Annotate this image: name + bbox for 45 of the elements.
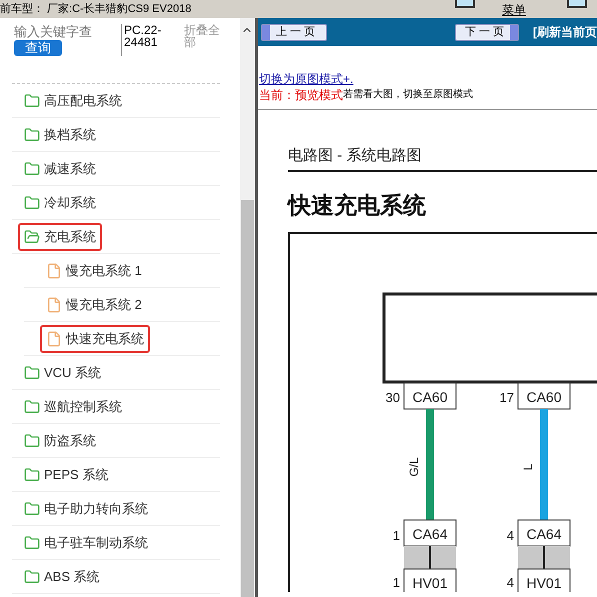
folder-icon xyxy=(24,466,40,482)
tree-item[interactable]: 电子助力转向系统 xyxy=(18,494,154,522)
tree-item[interactable]: 防盗系统 xyxy=(18,426,102,454)
tree-item[interactable]: 慢充电系统 1 xyxy=(40,256,148,284)
tree-item[interactable]: 充电系统 xyxy=(18,222,102,250)
folder-icon xyxy=(24,194,40,210)
original-mode-link[interactable]: 切换为原图模式+. xyxy=(259,71,597,87)
search-button[interactable]: 查询 xyxy=(14,40,62,56)
mode-hint: 若需看大图，切换至原图模式 xyxy=(343,88,473,102)
tree-item[interactable]: PEPS 系统 xyxy=(18,460,114,488)
file-icon xyxy=(46,296,62,312)
breadcrumb: 电路图 - 系统电路图 xyxy=(288,146,422,166)
next-page-button[interactable]: 下 一 页 xyxy=(455,24,519,40)
menu-link[interactable]: 菜单 xyxy=(502,1,526,19)
folder-icon xyxy=(24,398,40,414)
vehicle-label: 前车型： 厂家:C-长丰猎豹CS9 EV2018 xyxy=(0,2,192,17)
tree-item[interactable]: 快速充电系统 xyxy=(40,324,150,352)
folder-icon xyxy=(24,534,40,550)
tree-item[interactable]: 高压配电系统 xyxy=(18,86,128,114)
tree-item[interactable]: 巡航控制系统 xyxy=(18,392,128,420)
tree-item[interactable]: 慢充电系统 2 xyxy=(40,290,148,318)
tree-item[interactable]: 冷却系统 xyxy=(18,188,102,216)
folder-icon xyxy=(24,500,40,516)
folder-icon xyxy=(24,126,40,142)
file-icon xyxy=(46,330,62,346)
folder-icon xyxy=(24,568,40,584)
scrollbar[interactable] xyxy=(240,18,255,597)
folder-icon xyxy=(24,432,40,448)
tree-item[interactable]: 减速系统 xyxy=(18,154,102,182)
folder-icon xyxy=(24,228,40,244)
tree-item[interactable]: 电子驻车制动系统 xyxy=(18,528,154,556)
previous-page-button[interactable]: 上 一 页 xyxy=(261,24,328,40)
refresh-link[interactable]: [刷新当前页 xyxy=(533,23,597,41)
tree-item[interactable]: VCU 系统 xyxy=(18,358,108,386)
folder-icon xyxy=(24,92,40,108)
file-icon xyxy=(46,262,62,278)
current-mode-label: 当前：预览模式 xyxy=(259,87,343,103)
code-label: PC.22-24481 xyxy=(124,24,162,48)
tree-item[interactable]: ABS 系统 xyxy=(18,562,106,590)
circuit-diagram-drawing: 30 CA60 G/L 1 CA64 1 HV01 17 CA60 L 4 CA64 4 HV01 xyxy=(288,232,597,592)
folder-icon xyxy=(24,364,40,380)
folder-icon xyxy=(24,160,40,176)
tree-item[interactable]: 换档系统 xyxy=(18,120,102,148)
search-field[interactable]: 输入关键字查 xyxy=(14,24,119,40)
document-title: 快速充电系统 xyxy=(288,191,427,220)
